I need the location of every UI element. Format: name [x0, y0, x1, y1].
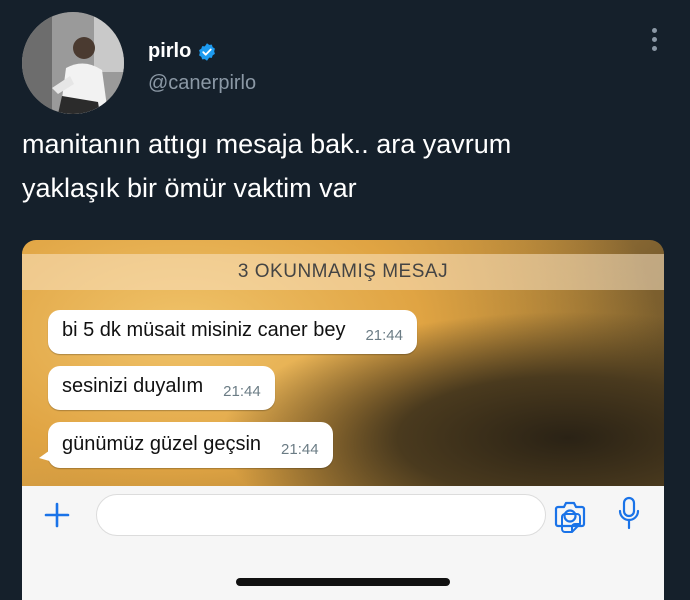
message-text: günümüz güzel geçsin: [62, 433, 262, 455]
tweet-text-line: yaklaşık bir ömür vaktim var: [22, 173, 357, 203]
chat-message-bubble: sesinizi duyalım 21:44: [48, 366, 275, 410]
chat-message-bubble: bi 5 dk müsait misiniz caner bey 21:44: [48, 310, 417, 354]
verified-badge-icon: [199, 42, 216, 61]
camera-icon[interactable]: [554, 500, 586, 528]
tweet-text: manitanın attıgı mesaja bak.. ara yavrum…: [22, 122, 672, 210]
tweet-media-screenshot[interactable]: 3 OKUNMAMIŞ MESAJ bi 5 dk müsait misiniz…: [22, 240, 664, 600]
avatar[interactable]: [22, 12, 124, 114]
plus-icon[interactable]: [44, 502, 70, 528]
chat-message-bubble: günümüz güzel geçsin 21:44: [39, 422, 333, 468]
chat-input-bar: [22, 486, 664, 600]
more-vertical-icon[interactable]: [648, 28, 660, 58]
message-time: 21:44: [365, 327, 403, 344]
handle[interactable]: @canerpirlo: [148, 72, 256, 95]
home-indicator: [236, 578, 450, 586]
message-time: 21:44: [223, 383, 261, 400]
unread-messages-banner: 3 OKUNMAMIŞ MESAJ: [22, 254, 664, 290]
message-text: bi 5 dk müsait misiniz caner bey: [62, 319, 346, 341]
display-name[interactable]: pirlo: [148, 40, 191, 63]
message-time: 21:44: [281, 441, 319, 458]
microphone-icon[interactable]: [618, 496, 640, 530]
tweet-text-line: manitanın attıgı mesaja bak.. ara yavrum: [22, 129, 512, 159]
tweet-header: pirlo @canerpirlo: [22, 12, 672, 114]
message-input[interactable]: [96, 494, 581, 536]
avatar-photo: [22, 12, 124, 114]
message-text: sesinizi duyalım: [62, 375, 204, 397]
